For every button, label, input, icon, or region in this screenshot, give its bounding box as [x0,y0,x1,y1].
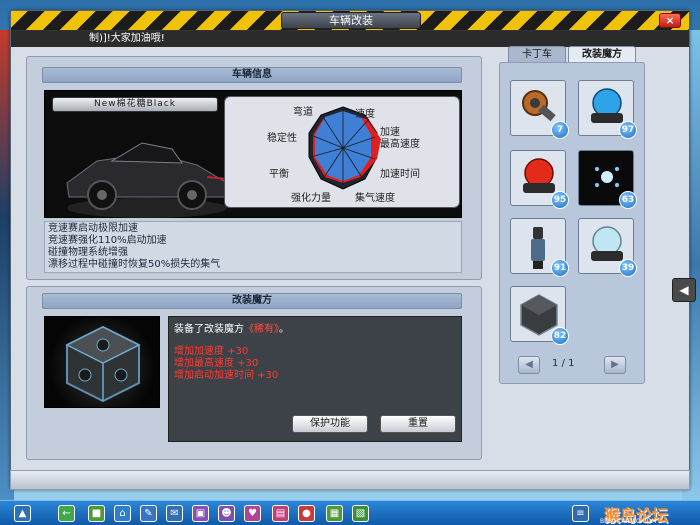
car-name-plate: New棉花糖Black [52,97,218,112]
gift-icon[interactable]: ▣ [192,505,209,522]
item-count: 97 [619,121,637,139]
next-page-button[interactable]: ▶ [604,356,626,374]
protect-button[interactable]: 保护功能 [292,415,368,433]
side-expand-button[interactable]: ◀ [672,278,696,302]
radar-label-stability: 稳定性 [267,133,297,144]
magic-cube-preview [44,316,160,408]
car-image [66,142,228,218]
heart-icon[interactable]: ♥ [244,505,261,522]
start-icon[interactable]: ▲ [14,505,31,522]
tab-kart[interactable]: 卡丁车 [508,46,566,62]
vehicle-description: 竞速赛启动极限加速 竞速赛强化110%启动加速 碰撞物理系统增强 漂移过程中碰撞… [44,221,462,273]
home-icon[interactable]: ⌂ [114,505,131,522]
tab-magic-cube[interactable]: 改装魔方 [568,46,636,62]
stats-radar-panel: 弯道 速度 加速 最高速度 加速时间 集气速度 强化力量 平衡 稳定性 [224,96,460,208]
item-count: 91 [551,259,569,277]
dark-cube-icon [65,325,141,403]
item-count: 82 [551,327,569,345]
inventory-slot[interactable]: 7 [510,80,569,139]
chat-icon[interactable]: ✉ [166,505,183,522]
watermark-url: BBS.HOUDAO.COM [600,518,657,525]
menu-icon[interactable]: ≡ [572,505,589,522]
back-icon[interactable]: ← [58,505,75,522]
note-icon[interactable]: ▦ [326,505,343,522]
equip-prefix: 装备了改装魔方 [174,324,244,335]
stat-bonus: 增加启动加速时间 +30 [174,370,279,381]
title-bar: 车辆改装 × [11,11,689,31]
window-footer [10,470,690,490]
inventory-slot[interactable]: 95 [510,150,569,209]
reset-button[interactable]: 重置 [380,415,456,433]
radar-label-speed: 速度 [355,109,375,120]
description-line: 碰撞物理系统增强 [48,247,128,258]
radar-label-corner: 弯道 [293,107,313,118]
item-count: 7 [551,121,569,139]
description-line: 竞速赛强化110%启动加速 [48,235,167,246]
inventory-slot[interactable]: 97 [578,80,637,139]
vehicle-info-header: 车辆信息 [42,67,462,83]
description-line: 漂移过程中碰撞时恢复50%损失的集气 [48,259,221,270]
people-icon[interactable]: ☻ [218,505,235,522]
book-icon[interactable]: ▤ [272,505,289,522]
item-count: 63 [619,191,637,209]
shop-icon[interactable]: ■ [88,505,105,522]
prev-page-button[interactable]: ◀ [518,356,540,374]
tool-icon[interactable]: ✎ [140,505,157,522]
photo-icon[interactable]: ▧ [352,505,369,522]
inventory-slot[interactable]: 91 [510,218,569,277]
window-title: 车辆改装 [281,12,421,29]
stats-radar-chart [308,106,381,190]
group-icon[interactable]: ● [298,505,315,522]
item-count: 39 [619,259,637,277]
equip-suffix: 。 [279,324,289,335]
equip-status: 装备了改装魔方《稀有》。 [174,320,289,335]
radar-label-top-speed: 最高速度 [380,139,420,150]
radar-label-balance: 平衡 [269,169,289,180]
equip-rarity: 《稀有》 [244,324,279,335]
page-indicator: 1 / 1 [552,358,575,369]
inventory-slot[interactable]: 63 [578,150,637,209]
close-button[interactable]: × [659,13,681,28]
radar-label-boost-power: 强化力量 [291,193,331,204]
item-count: 95 [551,191,569,209]
inventory-slot[interactable]: 39 [578,218,637,277]
radar-label-accel-time: 加速时间 [380,169,420,180]
chat-message: 制)]!大家加油哦! [11,31,689,47]
magic-cube-header: 改装魔方 [42,293,462,309]
radar-label-charge-speed: 集气速度 [355,193,395,204]
description-line: 竞速赛启动极限加速 [48,223,138,234]
inventory-slot[interactable]: 82 [510,286,569,345]
taskbar: ▲ ← ■ ⌂ ✎ ✉ ▣ ☻ ♥ ▤ ● ▦ ▧ ≡ [0,500,700,525]
